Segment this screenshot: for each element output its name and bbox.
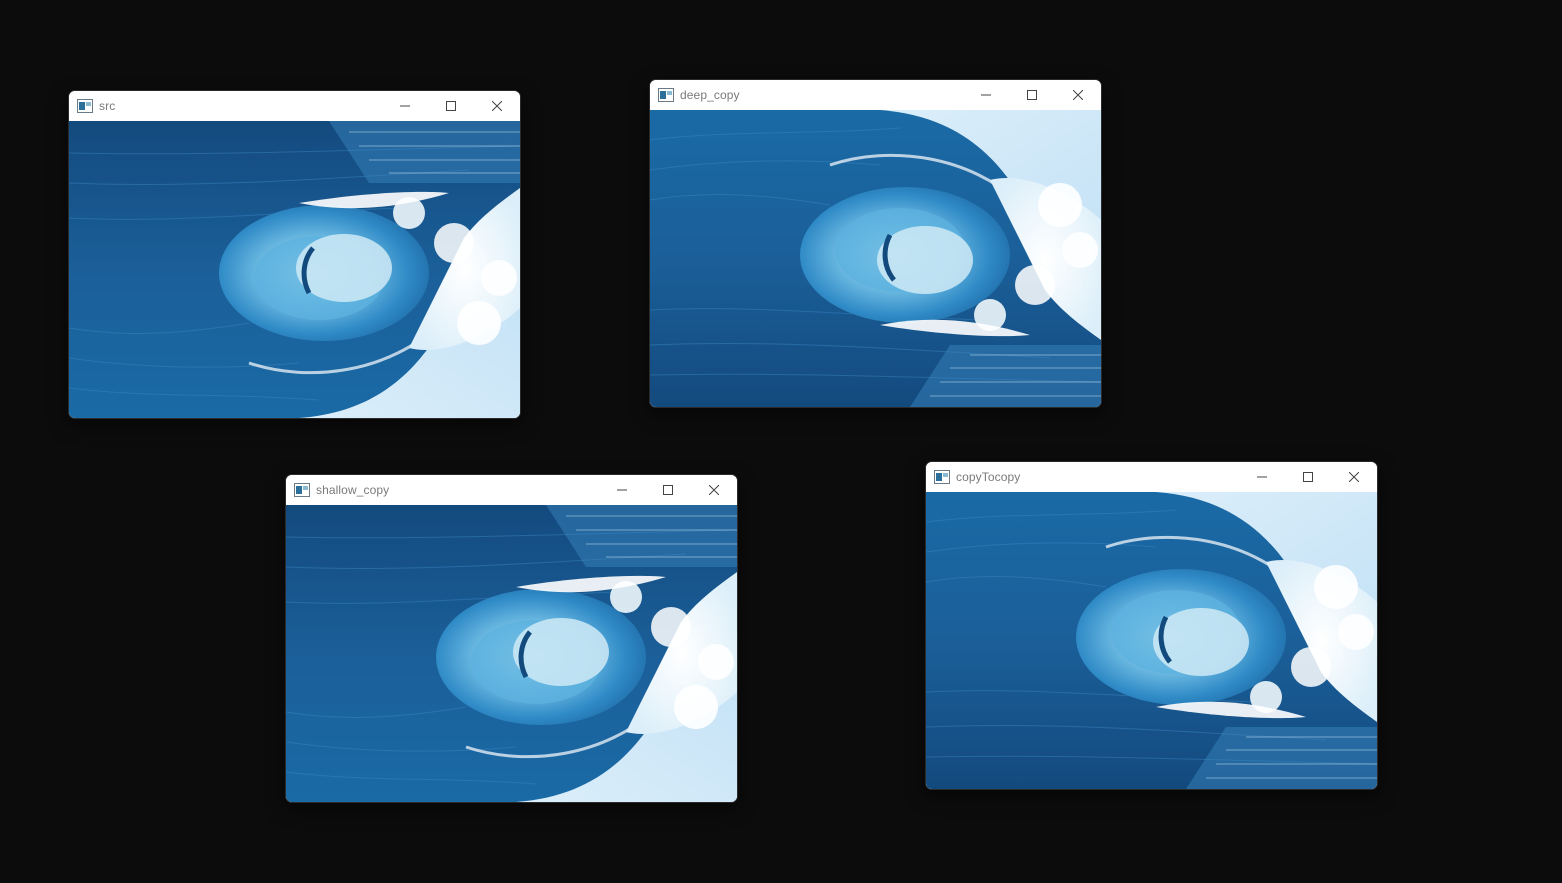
app-icon (294, 483, 310, 497)
close-icon[interactable] (474, 91, 520, 121)
title-bar[interactable]: src (69, 91, 520, 121)
image-canvas (926, 492, 1377, 789)
image-canvas (286, 505, 737, 802)
window-title: copyTocopy (956, 470, 1021, 484)
window-title: src (99, 99, 116, 113)
image-canvas (69, 121, 520, 418)
app-icon (77, 99, 93, 113)
title-bar[interactable]: deep_copy (650, 80, 1101, 110)
image-canvas (650, 110, 1101, 407)
window-title: shallow_copy (316, 483, 390, 497)
maximize-icon[interactable] (428, 91, 474, 121)
close-icon[interactable] (691, 475, 737, 505)
window-title: deep_copy (680, 88, 740, 102)
window-shallow-copy[interactable]: shallow_copy (285, 474, 738, 803)
window-controls (1239, 462, 1377, 492)
ocean-wave-image (650, 110, 1101, 407)
minimize-icon[interactable] (599, 475, 645, 505)
close-icon[interactable] (1055, 80, 1101, 110)
minimize-icon[interactable] (382, 91, 428, 121)
minimize-icon[interactable] (1239, 462, 1285, 492)
title-bar[interactable]: copyTocopy (926, 462, 1377, 492)
window-copytocopy[interactable]: copyTocopy (925, 461, 1378, 790)
window-src[interactable]: src (68, 90, 521, 419)
minimize-icon[interactable] (963, 80, 1009, 110)
close-icon[interactable] (1331, 462, 1377, 492)
maximize-icon[interactable] (1285, 462, 1331, 492)
ocean-wave-image (926, 492, 1377, 789)
window-controls (382, 91, 520, 121)
window-deep-copy[interactable]: deep_copy (649, 79, 1102, 408)
app-icon (934, 470, 950, 484)
ocean-wave-image (286, 505, 737, 802)
app-icon (658, 88, 674, 102)
maximize-icon[interactable] (1009, 80, 1055, 110)
ocean-wave-image (69, 121, 520, 418)
window-controls (599, 475, 737, 505)
window-controls (963, 80, 1101, 110)
maximize-icon[interactable] (645, 475, 691, 505)
title-bar[interactable]: shallow_copy (286, 475, 737, 505)
